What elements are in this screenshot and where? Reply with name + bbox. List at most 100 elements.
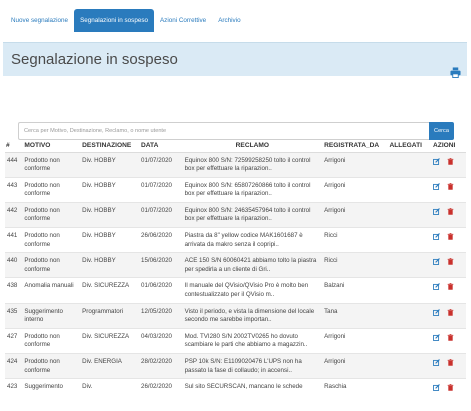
table-row: 424 Prodotto non conforme Div. ENERGIA 28/0… [5, 352, 466, 379]
panel-header: Segnalazione in sospeso [3, 42, 467, 76]
cell-allegati [387, 327, 432, 354]
cell-azioni [431, 327, 466, 354]
cell-destinazione: Div. ENERGIA [80, 352, 140, 379]
table-row: 440 Prodotto non conforme Div. HOBBY 15/06/… [5, 252, 466, 278]
page-title: Segnalazione in sospeso [11, 51, 178, 68]
cell-registrata-da: Arrigoni [322, 176, 388, 203]
trash-icon[interactable] [447, 283, 454, 291]
cell-data: 01/07/2020 [139, 201, 183, 228]
cell-registrata-da: Arrigoni [322, 151, 388, 178]
cell-motivo: Anomalia manuali [22, 277, 81, 304]
cell-number: 443 [5, 176, 23, 203]
tab-archivio[interactable]: Archivio [212, 9, 246, 32]
cell-data: 26/06/2020 [139, 227, 183, 253]
cell-data: 01/07/2020 [139, 151, 183, 178]
tab-segnalazioni-in-sospeso[interactable]: Segnalazioni in sospeso [74, 9, 154, 32]
cell-reclamo: ACE 150 S/N 60060421 abbiamo tolto la pi… [182, 252, 323, 278]
edit-icon[interactable] [433, 359, 440, 366]
cell-destinazione: Div. HOBBY [80, 201, 140, 228]
edit-icon[interactable] [433, 308, 440, 316]
cell-allegati [387, 252, 432, 278]
table-header-row: # MOTIVO DESTINAZIONE DATA RECLAMO REGIS… [5, 140, 466, 153]
cell-motivo: Suggerimento [22, 378, 81, 395]
table-row: 443 Prodotto non conforme Div. HOBBY 01/07/… [5, 176, 466, 203]
cell-reclamo: Equinox 800 S/N: 72599258250 tolto il co… [182, 151, 323, 178]
row-actions [433, 282, 464, 291]
column-header-reclamo: RECLAMO [182, 140, 323, 153]
cell-azioni [431, 352, 466, 379]
cell-destinazione: Div. [80, 378, 140, 395]
column-header-allegati: ALLEGATI [387, 140, 432, 153]
edit-icon[interactable] [433, 233, 440, 240]
search-input[interactable] [18, 122, 429, 140]
cell-azioni [431, 302, 466, 329]
row-actions [433, 358, 464, 366]
cell-azioni [431, 252, 466, 278]
cell-registrata-da: Tana [322, 302, 388, 329]
cell-reclamo: PSP 10k S/N: E1109020476 L'UPS non ha pa… [182, 352, 323, 379]
search-bar: Cerca [18, 122, 454, 140]
table-body: 444 Prodotto non conforme Div. HOBBY 01/07/… [5, 151, 466, 395]
edit-icon[interactable] [433, 157, 440, 165]
trash-icon[interactable] [447, 333, 454, 341]
cell-data: 28/02/2020 [139, 352, 183, 379]
cell-reclamo: Equinox 800 S/N: 24635457964 tolto il co… [182, 201, 323, 228]
cell-registrata-da: Arrigoni [322, 352, 388, 379]
cell-motivo: Prodotto non conforme [22, 151, 81, 178]
cell-azioni [431, 227, 466, 253]
trash-icon[interactable] [447, 182, 454, 190]
trash-icon[interactable] [447, 258, 454, 265]
row-actions [433, 232, 464, 240]
search-button[interactable]: Cerca [429, 122, 454, 140]
nav-tabs: Nuove segnalazione Segnalazioni in sospe… [5, 9, 247, 32]
cell-reclamo: Sul sito SECURSCAN, mancano le schede [182, 378, 323, 395]
cell-destinazione: Div. HOBBY [80, 151, 140, 178]
table-row: 427 Prodotto non conforme Div. SICUREZZA 04… [5, 327, 466, 354]
row-actions [433, 207, 464, 215]
column-header-registrata-da: REGISTRATA_DA [322, 140, 388, 153]
tab-nuove-segnalazione[interactable]: Nuove segnalazione [5, 9, 74, 32]
cell-motivo: Prodotto non conforme [22, 252, 81, 278]
trash-icon[interactable] [447, 157, 454, 165]
cell-allegati [387, 277, 432, 304]
edit-icon[interactable] [433, 258, 440, 266]
print-icon[interactable] [450, 67, 461, 78]
pending-reports-table: # MOTIVO DESTINAZIONE DATA RECLAMO REGIS… [5, 140, 466, 395]
cell-data: 01/06/2020 [139, 277, 183, 304]
cell-allegati [387, 151, 432, 178]
cell-number: 435 [5, 302, 23, 329]
cell-destinazione: Programmatori [80, 302, 140, 329]
trash-icon[interactable] [447, 308, 454, 316]
cell-data: 26/02/2020 [139, 378, 183, 395]
cell-reclamo: Equinox 800 S/N: 65807260866 tolto il co… [182, 176, 323, 203]
table-row: 444 Prodotto non conforme Div. HOBBY 01/07/… [5, 151, 466, 178]
cell-number: 423 [5, 378, 23, 395]
cell-data: 15/06/2020 [139, 252, 183, 278]
edit-icon[interactable] [433, 333, 440, 341]
cell-destinazione: Div. HOBBY [80, 227, 140, 253]
cell-registrata-da: Ricci [322, 227, 388, 253]
cell-number: 444 [5, 151, 23, 178]
tab-azioni-correttive[interactable]: Azioni Correttive [154, 9, 212, 32]
row-actions [433, 157, 464, 165]
edit-icon[interactable] [433, 384, 440, 392]
edit-icon[interactable] [433, 283, 440, 291]
trash-icon[interactable] [447, 208, 454, 215]
cell-registrata-da: Arrigoni [322, 327, 388, 354]
cell-motivo: Prodotto non conforme [22, 201, 81, 228]
cell-motivo: Prodotto non conforme [22, 227, 81, 253]
cell-azioni [431, 277, 466, 304]
trash-icon[interactable] [447, 384, 454, 391]
cell-registrata-da: Ricci [322, 252, 388, 278]
edit-icon[interactable] [433, 207, 440, 215]
row-actions [433, 383, 464, 392]
trash-icon[interactable] [447, 233, 454, 240]
row-actions [433, 257, 464, 266]
cell-number: 441 [5, 227, 23, 253]
trash-icon[interactable] [447, 359, 454, 366]
edit-icon[interactable] [433, 182, 440, 190]
cell-registrata-da: Raschia [322, 378, 388, 395]
cell-data: 01/07/2020 [139, 176, 183, 203]
cell-allegati [387, 176, 432, 203]
cell-allegati [387, 227, 432, 253]
